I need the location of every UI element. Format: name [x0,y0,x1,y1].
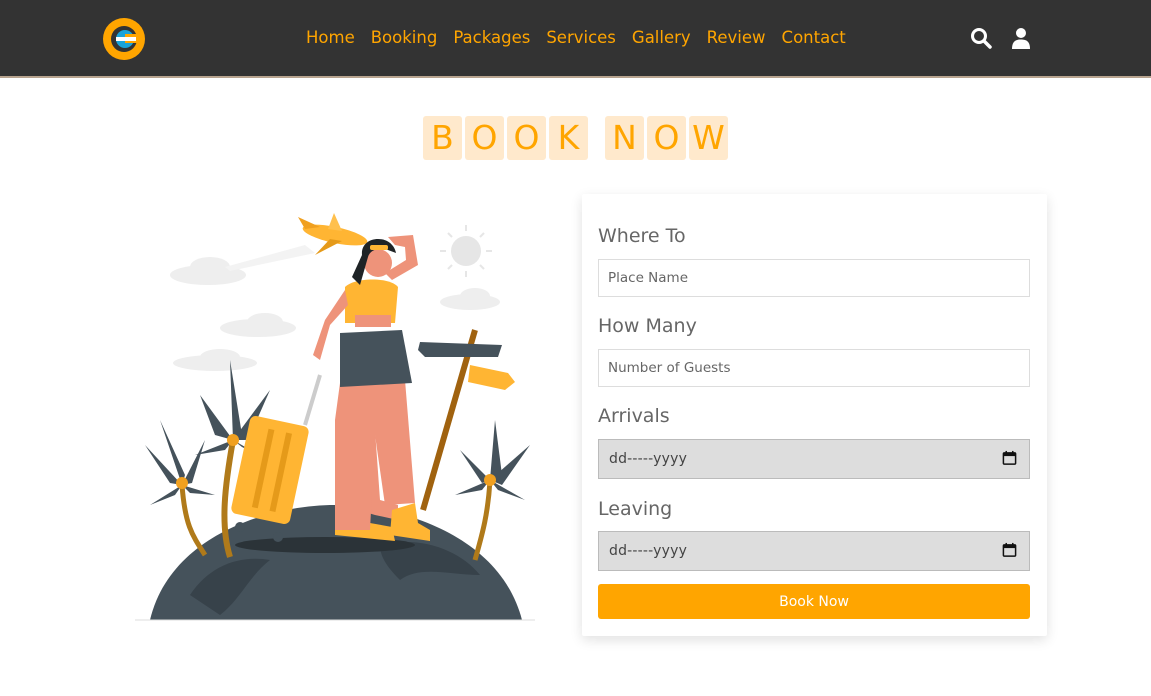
header-icons [970,27,1032,49]
heading-letter: O [465,116,504,160]
leaving-date-value: dd-----yyyy [609,543,688,559]
guests-input[interactable] [598,349,1030,387]
place-name-input[interactable] [598,259,1030,297]
heading-letter: W [689,116,728,160]
heading-letter: O [507,116,546,160]
arrivals-date-value: dd-----yyyy [609,451,688,467]
calendar-icon[interactable] [1002,542,1017,561]
nav-review[interactable]: Review [707,28,766,47]
leaving-date-input[interactable]: dd-----yyyy [598,531,1030,571]
arrivals-label: Arrivals [598,405,670,427]
nav-contact[interactable]: Contact [782,28,846,47]
where-to-label: Where To [598,225,686,247]
nav-booking[interactable]: Booking [371,28,438,47]
calendar-icon[interactable] [1002,450,1017,469]
nav-gallery[interactable]: Gallery [632,28,691,47]
heading-letter: N [605,116,644,160]
user-icon[interactable] [1010,27,1032,49]
heading-word-now: N O W [605,116,728,160]
how-many-label: How Many [598,315,697,337]
site-header: Home Booking Packages Services Gallery R… [0,0,1151,78]
book-now-button[interactable]: Book Now [598,584,1030,619]
arrivals-date-input[interactable]: dd-----yyyy [598,439,1030,479]
heading-word-book: B O O K [423,116,588,160]
traveler-illustration [135,213,535,621]
site-logo[interactable] [102,17,146,61]
heading-letter: O [647,116,686,160]
heading-letter: B [423,116,462,160]
search-icon[interactable] [970,27,992,49]
nav-home[interactable]: Home [306,28,355,47]
heading-letter: K [549,116,588,160]
leaving-label: Leaving [598,498,673,520]
page-heading: B O O K N O W [0,116,1151,160]
nav-packages[interactable]: Packages [453,28,530,47]
main-nav: Home Booking Packages Services Gallery R… [306,28,862,47]
nav-services[interactable]: Services [546,28,616,47]
booking-form-card: Where To How Many Arrivals dd-----yyyy L… [582,194,1047,636]
